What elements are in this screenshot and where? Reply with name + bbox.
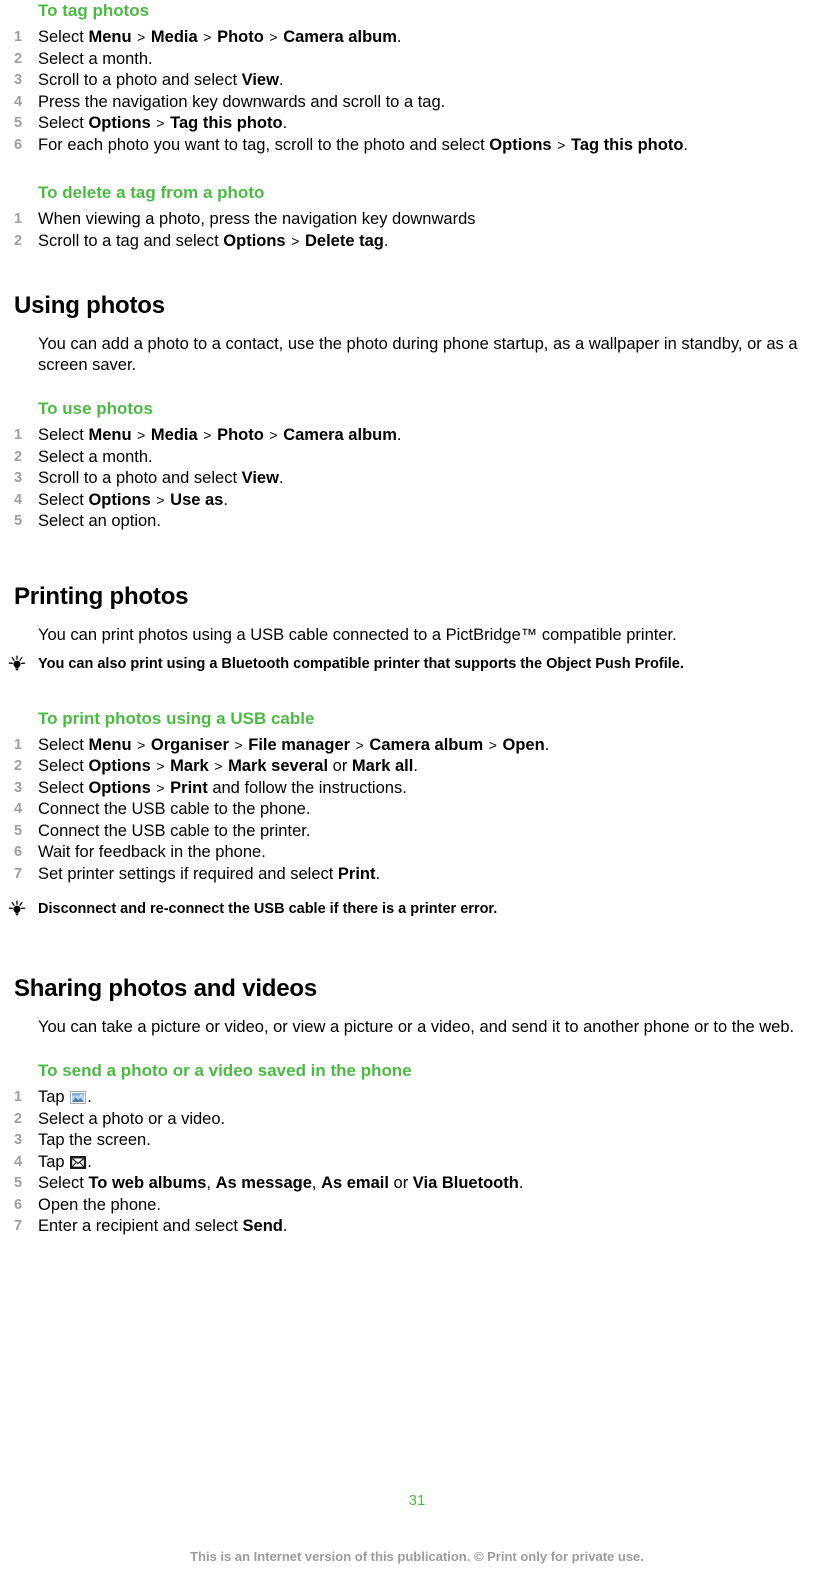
section-body-using-photos: You can add a photo to a contact, use th… (38, 335, 798, 374)
step-item: Select a month. (14, 49, 153, 70)
step-item: Select an option. (14, 511, 161, 532)
steps-send-photo-video: Tap . Select a photo or a video. Tap the s… (0, 1087, 834, 1238)
tip-usb-reconnect: Disconnect and re-connect the USB cable … (0, 899, 834, 919)
step-item: Tap the screen. (14, 1130, 151, 1151)
step-item: Select a month. (14, 447, 153, 468)
step-item: Select a photo or a video. (14, 1109, 226, 1130)
step-item: Scroll to a photo and select View. (14, 468, 284, 489)
step-item: Select To web albums, As message, As ema… (14, 1173, 524, 1194)
step-item: Select Menu > Media > Photo > Camera alb… (14, 425, 402, 446)
step-item: Select Options > Mark > Mark several or … (14, 756, 418, 777)
tip-text: Disconnect and re-connect the USB cable … (38, 901, 498, 917)
step-item: Open the phone. (14, 1195, 161, 1216)
lightbulb-icon (4, 654, 30, 673)
step-item: Press the navigation key downwards and s… (14, 92, 446, 113)
step-item: Select Options > Tag this photo. (14, 113, 288, 134)
steps-use-photos: Select Menu > Media > Photo > Camera alb… (0, 425, 834, 533)
step-item: Select Options > Print and follow the in… (14, 778, 407, 799)
step-item: Connect the USB cable to the printer. (14, 821, 311, 842)
lightbulb-icon (4, 900, 30, 918)
step-item: Select Options > Use as. (14, 490, 228, 511)
step-item: When viewing a photo, press the navigati… (14, 209, 476, 230)
step-item: For each photo you want to tag, scroll t… (14, 135, 689, 156)
steps-delete-tag: When viewing a photo, press the navigati… (0, 209, 834, 252)
steps-print-usb: Select Menu > Organiser > File manager >… (0, 735, 834, 886)
manual-page: To tag photos Select Menu > Media > Phot… (0, 0, 834, 1590)
picture-icon (70, 1090, 87, 1105)
procedure-title-delete-tag: To delete a tag from a photo (38, 183, 265, 202)
procedure-title-print-usb: To print photos using a USB cable (38, 708, 315, 728)
step-item: Select Menu > Media > Photo > Camera alb… (14, 27, 402, 48)
envelope-icon (70, 1155, 87, 1170)
procedure-title-send-photo-video: To send a photo or a video saved in the … (38, 1061, 412, 1080)
step-item: Scroll to a tag and select Options > Del… (14, 231, 389, 252)
section-heading-using-photos: Using photos (14, 292, 165, 319)
step-item: Wait for feedback in the phone. (14, 842, 266, 863)
step-item: Tap . (14, 1152, 92, 1173)
footer-note: This is an Internet version of this publ… (190, 1549, 644, 1564)
step-item: Set printer settings if required and sel… (14, 864, 381, 885)
steps-tag-photos: Select Menu > Media > Photo > Camera alb… (0, 27, 834, 156)
procedure-title-tag-photos: To tag photos (38, 1, 150, 20)
step-item: Tap . (14, 1087, 92, 1108)
tip-bluetooth-printer: You can also print using a Bluetooth com… (0, 654, 834, 674)
section-heading-printing-photos: Printing photos (14, 582, 189, 610)
step-item: Enter a recipient and select Send. (14, 1216, 288, 1237)
section-heading-sharing: Sharing photos and videos (14, 975, 318, 1002)
step-item: Scroll to a photo and select View. (14, 70, 284, 91)
step-item: Select Menu > Organiser > File manager >… (14, 735, 550, 756)
page-number: 31 (408, 1492, 426, 1509)
procedure-title-use-photos: To use photos (38, 399, 153, 418)
section-body-sharing: You can take a picture or video, or view… (38, 1018, 795, 1036)
section-body-printing-photos: You can print photos using a USB cable c… (38, 625, 677, 644)
tip-text: You can also print using a Bluetooth com… (38, 655, 684, 672)
page-content: To tag photos Select Menu > Media > Phot… (0, 0, 834, 1238)
step-item: Connect the USB cable to the phone. (14, 799, 311, 820)
